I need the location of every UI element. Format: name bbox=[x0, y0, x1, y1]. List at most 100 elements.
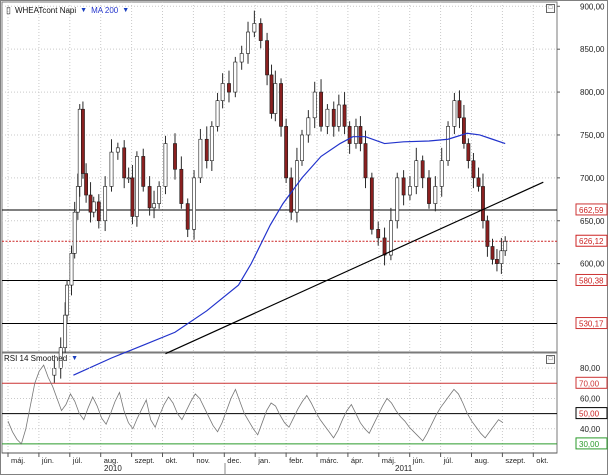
candle-body bbox=[135, 156, 139, 217]
x-tick-label: ápr. bbox=[351, 456, 364, 465]
candle-body bbox=[446, 126, 450, 162]
rsi-dropdown-icon[interactable]: ▼ bbox=[71, 355, 78, 362]
candle-body bbox=[269, 74, 274, 114]
candle-body bbox=[284, 126, 289, 179]
candle-body bbox=[115, 147, 120, 153]
price-ytick-label: 900,00 bbox=[580, 2, 605, 11]
candle-body bbox=[52, 367, 57, 376]
candle-body bbox=[466, 143, 471, 162]
rsi-level-label: 30,00 bbox=[579, 440, 600, 449]
candle-body bbox=[401, 177, 406, 196]
price-ytick-label: 650,00 bbox=[580, 217, 605, 226]
level-label: 662,59 bbox=[579, 206, 604, 215]
candle-body bbox=[163, 143, 168, 187]
candle-body bbox=[471, 160, 476, 179]
candle-body bbox=[252, 23, 257, 33]
x-tick-label: szept. bbox=[135, 456, 155, 465]
candle-body bbox=[96, 201, 101, 222]
x-tick-label: márc. bbox=[320, 456, 339, 465]
ma-dropdown-icon[interactable]: ▼ bbox=[122, 7, 129, 14]
x-tick-label: nov. bbox=[196, 456, 210, 465]
price-ytick-label: 850,00 bbox=[580, 45, 605, 54]
rsi-level-label: 70,00 bbox=[579, 379, 600, 388]
candle-body bbox=[462, 117, 466, 144]
candle-body bbox=[354, 126, 358, 144]
chart-canvas: 900,00 850,00 800,00 750,00 700,00 650,00 600,… bbox=[0, 0, 608, 475]
candle-body bbox=[141, 156, 146, 187]
x-tick-label: máj. bbox=[11, 456, 25, 465]
candle-body bbox=[376, 229, 381, 239]
candle-body bbox=[490, 246, 495, 260]
candle-body bbox=[69, 253, 74, 286]
candle-body bbox=[215, 100, 220, 127]
price-ytick-label: 600,00 bbox=[580, 260, 605, 269]
candle-body bbox=[152, 203, 156, 209]
candle-body bbox=[289, 177, 294, 213]
candle-body bbox=[204, 138, 209, 162]
candle-body bbox=[336, 104, 341, 127]
candle-body bbox=[103, 186, 108, 222]
candle-body bbox=[325, 108, 330, 127]
candle-body bbox=[233, 61, 238, 93]
level-label: 530,17 bbox=[579, 320, 604, 329]
candle-body bbox=[369, 177, 374, 230]
candle-body bbox=[273, 83, 278, 114]
candle-body bbox=[306, 117, 311, 136]
candle-body bbox=[312, 91, 317, 119]
year-label: 2011 bbox=[395, 464, 413, 473]
candle-body bbox=[75, 186, 80, 213]
level-label: 626,12 bbox=[579, 237, 604, 246]
candle-body bbox=[179, 168, 184, 204]
candle-body bbox=[485, 220, 490, 247]
candle-body bbox=[81, 108, 85, 174]
candle-body bbox=[198, 138, 203, 179]
candle-body bbox=[63, 314, 68, 349]
symbol-label[interactable]: WHEATcont Napi bbox=[15, 6, 76, 15]
candle-body bbox=[342, 104, 347, 127]
rsi-ytick-label: 60,00 bbox=[580, 394, 601, 403]
ma-label[interactable]: MA 200 bbox=[91, 6, 118, 15]
candlestick-icon: ▯ bbox=[6, 5, 11, 15]
candle-body bbox=[109, 151, 114, 187]
level-label: 580,38 bbox=[579, 276, 604, 285]
candle-body bbox=[65, 284, 69, 316]
price-ytick-label: 800,00 bbox=[580, 88, 605, 97]
x-tick-label: szept. bbox=[505, 456, 525, 465]
candle-body bbox=[220, 83, 225, 101]
candle-body bbox=[358, 126, 363, 144]
candle-body bbox=[122, 147, 127, 179]
rsi-panel-maximize-icon[interactable]: □ bbox=[546, 355, 555, 364]
candle-body bbox=[265, 40, 269, 76]
candle-body bbox=[91, 201, 96, 213]
x-tick-label: máj. bbox=[382, 456, 396, 465]
candle-body bbox=[414, 160, 419, 187]
candle-body bbox=[452, 100, 457, 127]
candle-body bbox=[481, 186, 485, 222]
candle-body bbox=[476, 177, 481, 187]
candle-body bbox=[503, 241, 508, 252]
candle-body bbox=[420, 160, 425, 179]
candle-body bbox=[382, 237, 387, 256]
candle-body bbox=[395, 177, 400, 222]
rsi-panel-legend: RSI 14 Smoothed ▼ bbox=[4, 354, 78, 363]
candle-body bbox=[72, 211, 77, 254]
candle-body bbox=[84, 173, 89, 196]
candle-body bbox=[347, 126, 352, 144]
candle-body bbox=[300, 134, 304, 162]
year-label: 2010 bbox=[104, 464, 122, 473]
candle-body bbox=[157, 186, 162, 204]
rsi-label[interactable]: RSI 14 Smoothed bbox=[4, 354, 67, 363]
rsi-level-label: 50,00 bbox=[579, 410, 600, 419]
candle-body bbox=[408, 186, 412, 196]
symbol-dropdown-icon[interactable]: ▼ bbox=[80, 7, 87, 14]
candle-body bbox=[279, 83, 283, 127]
x-tick-label: okt. bbox=[536, 456, 548, 465]
candle-body bbox=[495, 259, 499, 264]
x-tick-label: jan. bbox=[257, 456, 270, 465]
candle-body bbox=[457, 100, 462, 119]
candle-body bbox=[499, 250, 504, 264]
price-panel-maximize-icon[interactable]: □ bbox=[546, 4, 555, 13]
price-ytick-label: 700,00 bbox=[580, 174, 605, 183]
candle-body bbox=[130, 177, 135, 217]
candle-body bbox=[77, 108, 82, 187]
